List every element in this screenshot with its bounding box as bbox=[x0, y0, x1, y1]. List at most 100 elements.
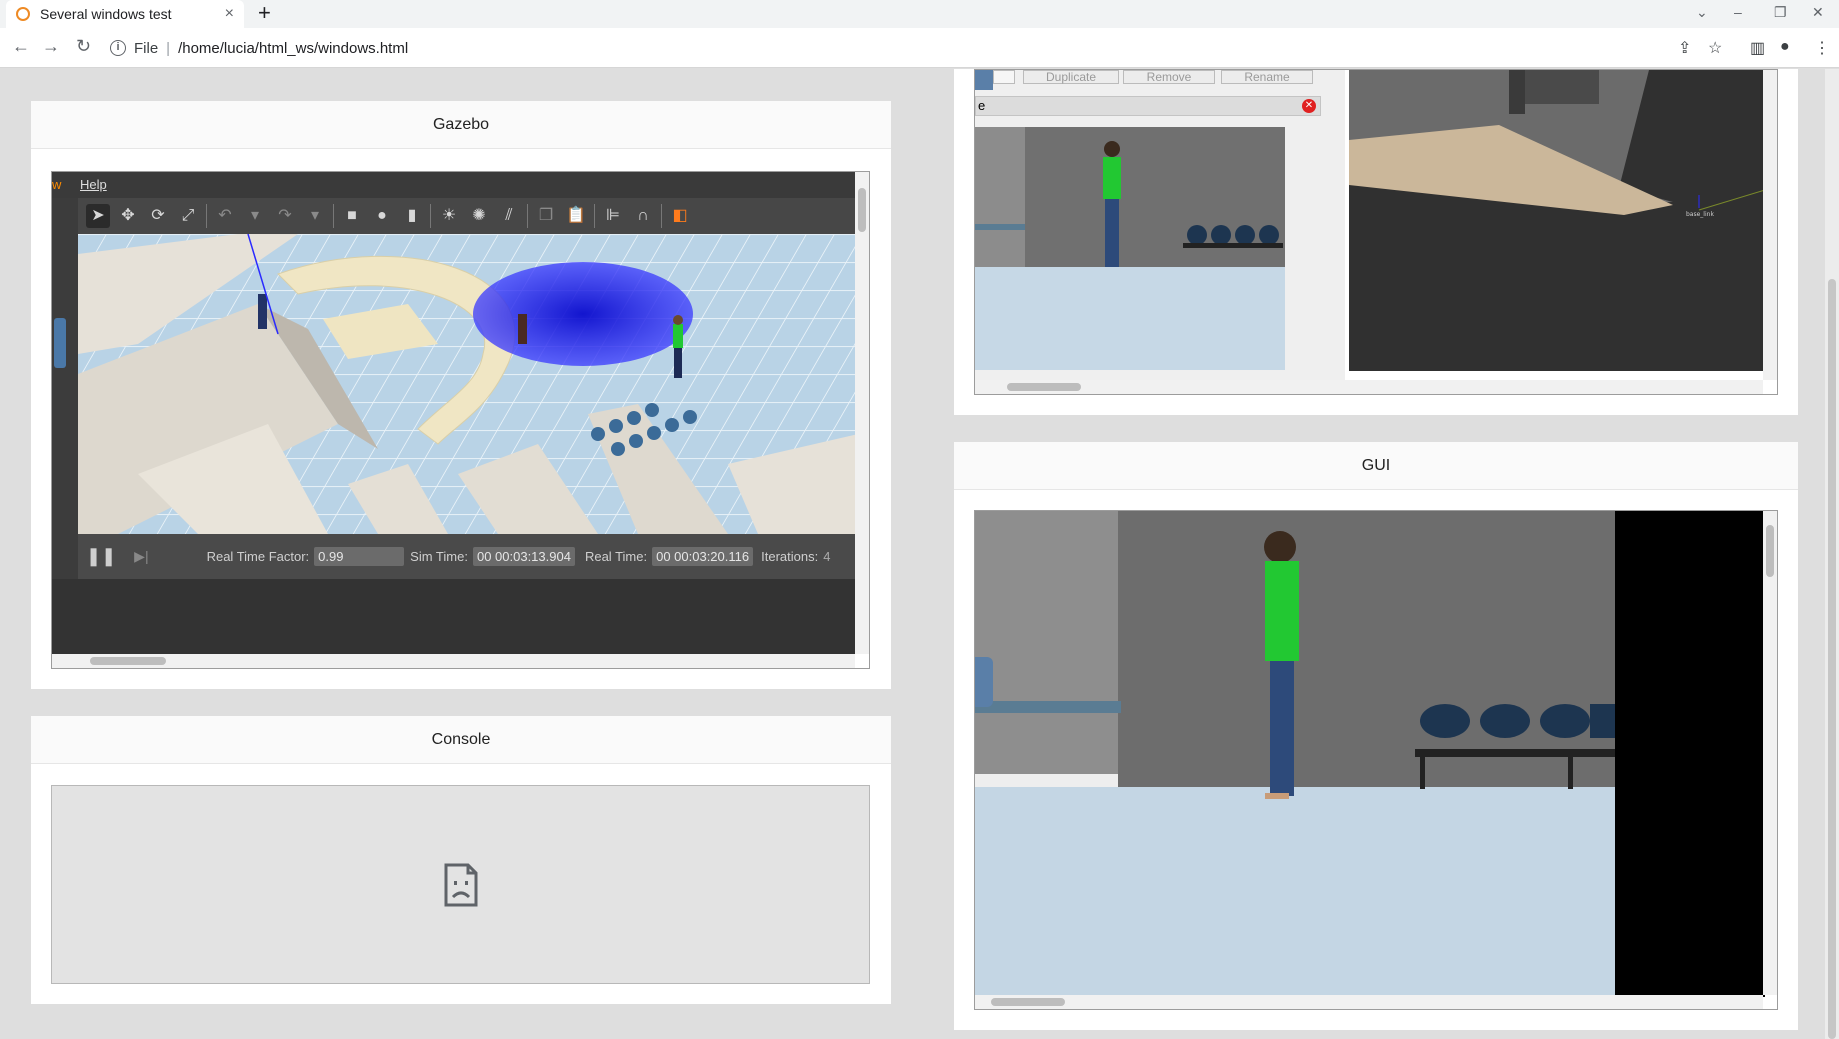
gui-vscroll-thumb[interactable] bbox=[1766, 525, 1774, 577]
profile-avatar-icon[interactable]: ● bbox=[1780, 38, 1790, 56]
sim-time-value: 00 00:03:13.904 bbox=[472, 547, 575, 566]
new-tab-button[interactable]: + bbox=[258, 2, 271, 24]
gazebo-iframe[interactable]: w Help ➤ ✥ ⟳ ⤢ ↶ ▾ ↷ ▾ ■ ● ▮ ☀ ✺ ⫽ ❐ 📋 ⊫… bbox=[51, 171, 870, 669]
rviz-camera-scene bbox=[975, 127, 1285, 370]
tab-close-icon[interactable]: × bbox=[225, 5, 234, 23]
gazebo-side-toggle[interactable] bbox=[54, 318, 66, 368]
sim-time-label: Sim Time: bbox=[410, 549, 468, 564]
snap-icon[interactable]: ∩ bbox=[631, 204, 655, 228]
console-panel-title: Console bbox=[31, 716, 891, 764]
site-info-icon[interactable]: i bbox=[110, 40, 126, 56]
gui-panel-title: GUI bbox=[954, 442, 1798, 490]
tab-search-icon[interactable]: ⌄ bbox=[1696, 4, 1708, 21]
side-panel-icon[interactable]: ▥ bbox=[1750, 38, 1765, 58]
gui-iframe[interactable] bbox=[974, 510, 1778, 1010]
gazebo-hscroll-thumb[interactable] bbox=[90, 657, 166, 665]
toolbar-divider bbox=[430, 204, 431, 228]
gui-horizontal-scrollbar[interactable] bbox=[975, 995, 1763, 1009]
gui-side-toggle[interactable] bbox=[975, 657, 993, 707]
browser-toolbar: ← → ↻ i File | /home/lucia/html_ws/windo… bbox=[0, 28, 1839, 68]
rtf-label: Real Time Factor: bbox=[206, 549, 310, 564]
rviz-horizontal-scrollbar[interactable] bbox=[975, 380, 1763, 394]
rviz-camera-image bbox=[975, 127, 1285, 370]
real-time-label: Real Time: bbox=[584, 549, 648, 564]
iterations-label: Iterations: bbox=[761, 549, 819, 564]
gazebo-horizontal-scrollbar[interactable] bbox=[52, 654, 855, 668]
rviz-3d-view[interactable]: base_link bbox=[1349, 70, 1765, 371]
rviz-panel: Duplicate Remove Rename e ✕ base_link bbox=[954, 69, 1798, 415]
rviz-hscroll-thumb[interactable] bbox=[1007, 383, 1081, 391]
toolbar-divider bbox=[594, 204, 595, 228]
scale-mode-icon[interactable]: ⤢ bbox=[176, 204, 200, 228]
select-mode-icon[interactable]: ➤ bbox=[86, 204, 110, 228]
toolbar-divider bbox=[661, 204, 662, 228]
toolbar-divider bbox=[206, 204, 207, 228]
page-scrollbar[interactable] bbox=[1825, 69, 1839, 1039]
directional-light-icon[interactable]: ⫽ bbox=[497, 204, 521, 228]
page-scrollbar-thumb[interactable] bbox=[1828, 279, 1836, 1039]
translate-mode-icon[interactable]: ✥ bbox=[116, 204, 140, 228]
gui-camera-scene bbox=[975, 511, 1765, 997]
gazebo-vscroll-thumb[interactable] bbox=[858, 188, 866, 232]
rotate-mode-icon[interactable]: ⟳ bbox=[146, 204, 170, 228]
gazebo-panel-title: Gazebo bbox=[31, 101, 891, 149]
box-shape-icon[interactable]: ■ bbox=[340, 204, 364, 228]
spot-light-icon[interactable]: ✺ bbox=[467, 204, 491, 228]
rviz-iframe[interactable]: Duplicate Remove Rename e ✕ base_link bbox=[974, 69, 1778, 395]
toolbar-divider bbox=[527, 204, 528, 228]
sad-page-icon bbox=[444, 863, 477, 906]
rviz-text-field[interactable]: e ✕ bbox=[975, 96, 1321, 116]
cylinder-shape-icon[interactable]: ▮ bbox=[400, 204, 424, 228]
console-iframe[interactable] bbox=[51, 785, 870, 984]
rviz-small-button[interactable] bbox=[993, 70, 1015, 84]
minimize-icon[interactable]: – bbox=[1734, 4, 1742, 20]
back-icon[interactable]: ← bbox=[12, 36, 30, 57]
redo-icon[interactable]: ↷ bbox=[273, 204, 297, 228]
rviz-axis-label: base_link bbox=[1686, 211, 1714, 218]
gui-hscroll-thumb[interactable] bbox=[991, 998, 1065, 1006]
share-icon[interactable]: ⇪ bbox=[1678, 38, 1691, 58]
url-separator: | bbox=[166, 39, 171, 57]
rviz-text-field-value: e bbox=[978, 98, 986, 113]
gui-camera-view bbox=[975, 511, 1765, 997]
address-bar[interactable]: i File | /home/lucia/html_ws/windows.htm… bbox=[110, 33, 1670, 63]
gazebo-menu-help[interactable]: Help bbox=[80, 177, 107, 192]
url-text: /home/lucia/html_ws/windows.html bbox=[178, 39, 409, 57]
align-icon[interactable]: ⊫ bbox=[601, 204, 625, 228]
close-window-icon[interactable]: ✕ bbox=[1812, 4, 1824, 21]
tab-title: Several windows test bbox=[40, 6, 172, 22]
rviz-rename-button[interactable]: Rename bbox=[1221, 70, 1313, 84]
restore-icon[interactable]: ❐ bbox=[1774, 4, 1787, 21]
view-angle-icon[interactable]: ◧ bbox=[668, 204, 692, 228]
gazebo-vertical-scrollbar[interactable] bbox=[855, 172, 869, 654]
gui-vertical-scrollbar[interactable] bbox=[1763, 511, 1777, 995]
point-light-icon[interactable]: ☀ bbox=[437, 204, 461, 228]
rviz-close-icon[interactable]: ✕ bbox=[1302, 99, 1316, 113]
gazebo-panel: Gazebo w Help ➤ ✥ ⟳ ⤢ ↶ ▾ ↷ ▾ ■ ● ▮ ☀ ✺ … bbox=[31, 101, 891, 689]
rviz-dock-handle[interactable] bbox=[975, 70, 993, 90]
toolbar-divider bbox=[333, 204, 334, 228]
browser-tab[interactable]: Several windows test × bbox=[6, 0, 244, 28]
menu-kebab-icon[interactable]: ⋮ bbox=[1814, 38, 1830, 58]
pause-icon[interactable]: ❚❚ bbox=[86, 546, 116, 567]
tab-strip: Several windows test × + ⌄ – ❐ ✕ bbox=[0, 0, 1839, 28]
sphere-shape-icon[interactable]: ● bbox=[370, 204, 394, 228]
gazebo-menubar: w Help bbox=[52, 172, 855, 198]
console-panel: Console bbox=[31, 716, 891, 1004]
reload-icon[interactable]: ↻ bbox=[76, 36, 91, 57]
rviz-duplicate-button[interactable]: Duplicate bbox=[1023, 70, 1119, 84]
rviz-vertical-scrollbar[interactable] bbox=[1763, 70, 1777, 380]
real-time-value: 00 00:03:20.116 bbox=[652, 547, 754, 566]
undo-dropdown-icon[interactable]: ▾ bbox=[243, 204, 267, 228]
step-icon[interactable]: ▶| bbox=[134, 548, 148, 565]
undo-icon[interactable]: ↶ bbox=[213, 204, 237, 228]
rviz-remove-button[interactable]: Remove bbox=[1123, 70, 1215, 84]
gui-panel: GUI bbox=[954, 442, 1798, 1030]
redo-dropdown-icon[interactable]: ▾ bbox=[303, 204, 327, 228]
forward-icon[interactable]: → bbox=[42, 36, 60, 57]
paste-icon[interactable]: 📋 bbox=[564, 204, 588, 228]
gazebo-3d-viewport[interactable] bbox=[78, 234, 855, 534]
gazebo-scene bbox=[78, 234, 855, 534]
copy-icon[interactable]: ❐ bbox=[534, 204, 558, 228]
bookmark-star-icon[interactable]: ☆ bbox=[1708, 38, 1722, 58]
